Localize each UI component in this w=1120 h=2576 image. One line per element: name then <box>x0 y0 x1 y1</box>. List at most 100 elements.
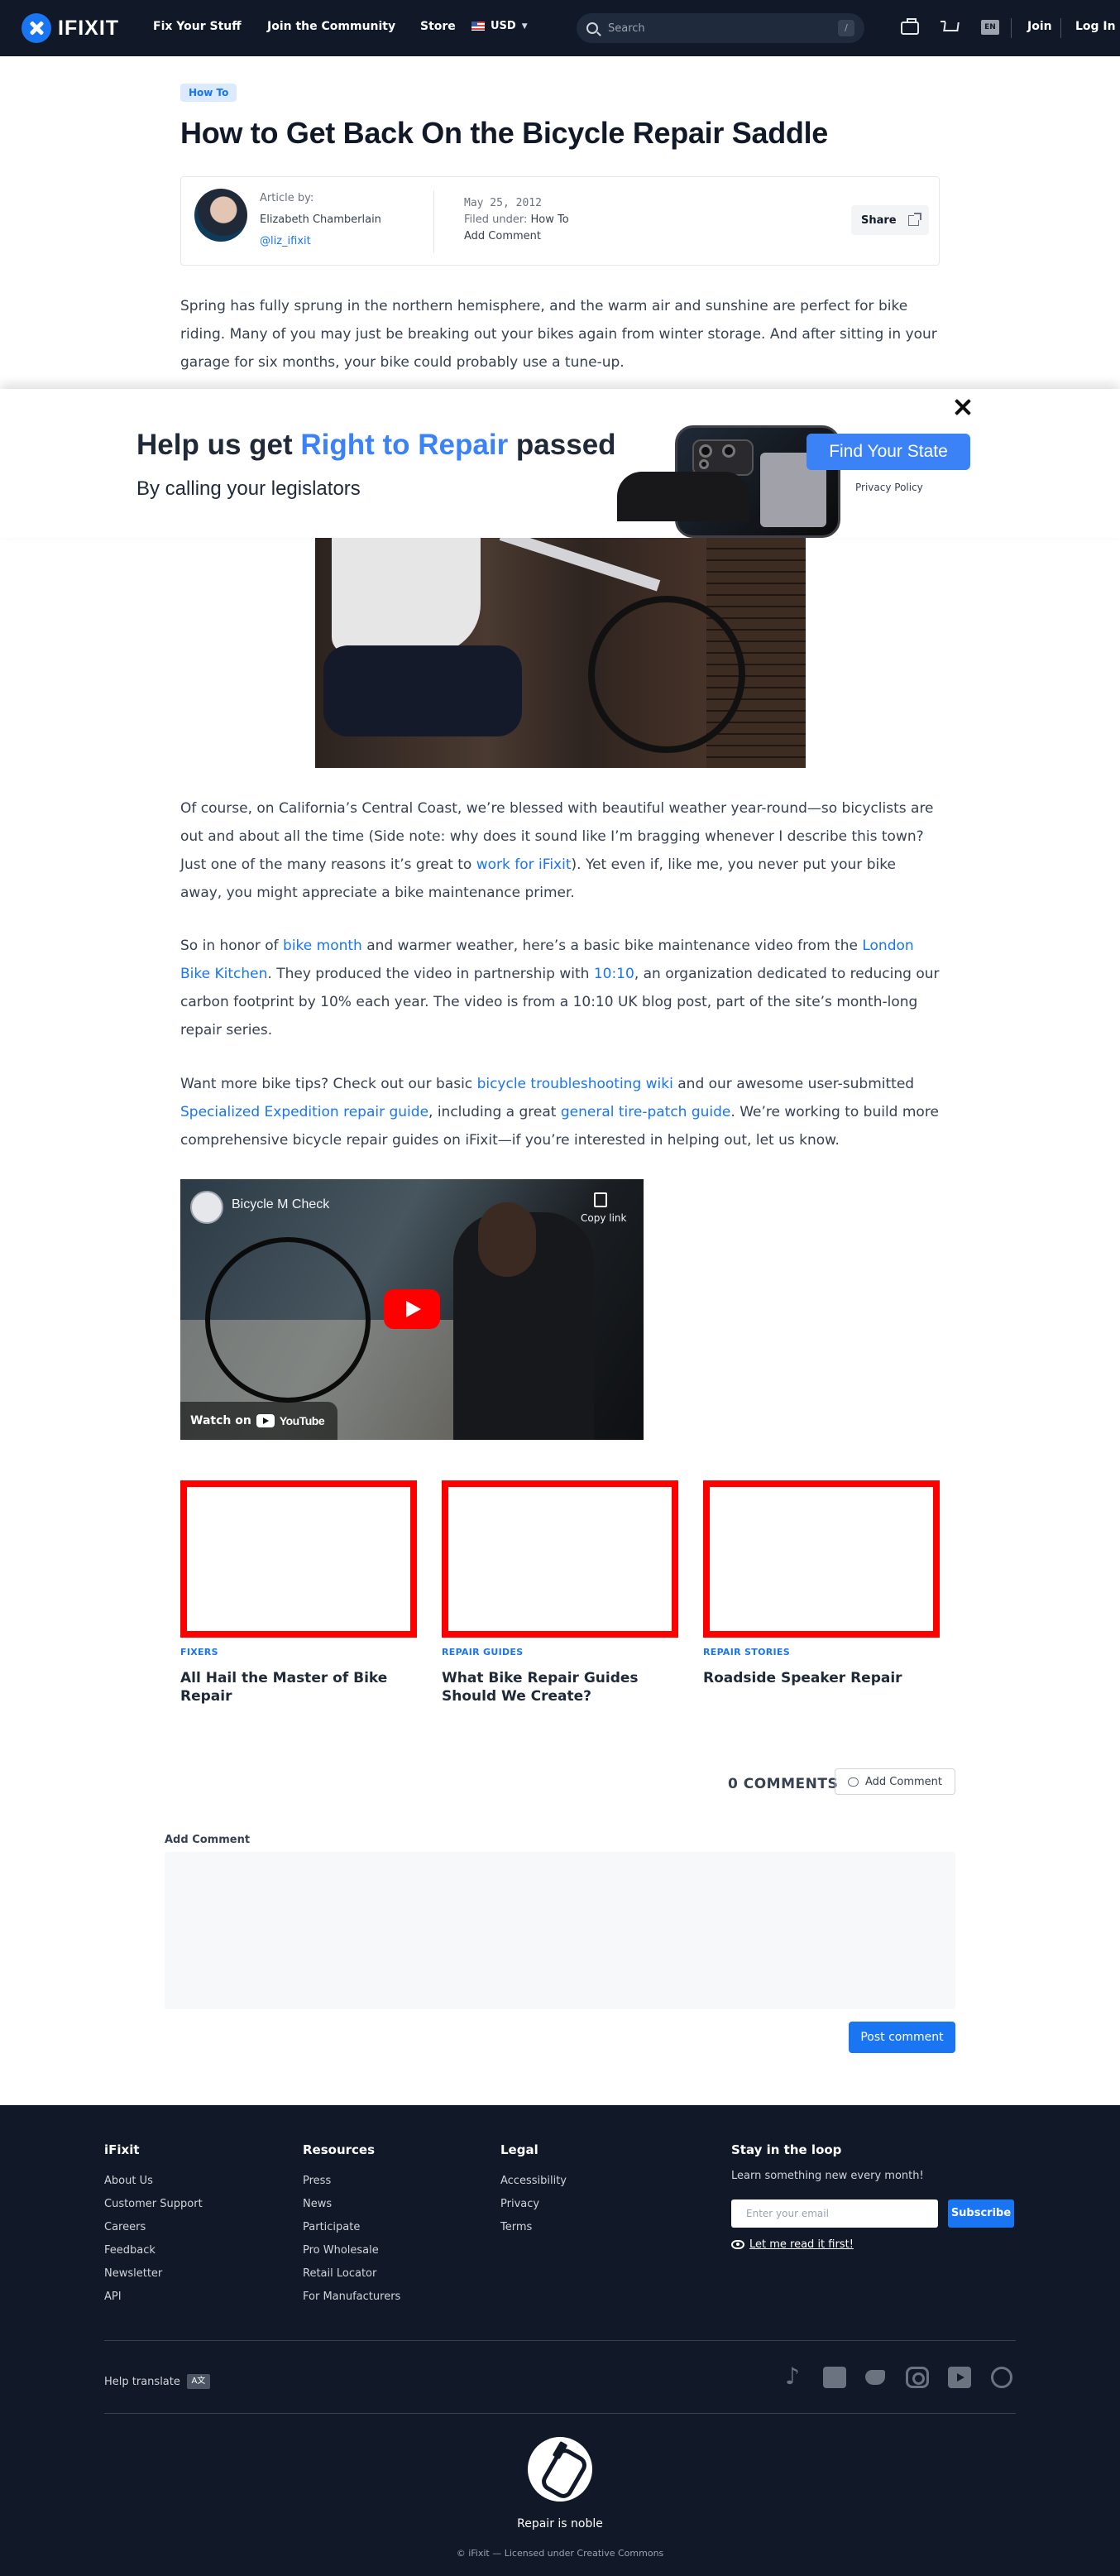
video-title[interactable]: Bicycle M Check <box>232 1197 329 1212</box>
author-name[interactable]: Elizabeth Chamberlain <box>260 213 381 226</box>
footer-heading-resources: Resources <box>303 2142 376 2157</box>
footer-link-api[interactable]: API <box>104 2286 203 2309</box>
footer-link-retail-locator[interactable]: Retail Locator <box>303 2262 400 2286</box>
article-category-tag[interactable]: How To <box>180 84 237 102</box>
login-link[interactable]: Log In <box>1075 20 1116 33</box>
author-avatar[interactable] <box>194 189 247 242</box>
related-post-category[interactable]: REPAIR GUIDES <box>442 1647 523 1657</box>
related-post-category[interactable]: FIXERS <box>180 1647 218 1657</box>
footer-link-participate[interactable]: Participate <box>303 2216 400 2239</box>
nav-join-the-community[interactable]: Join the Community <box>267 20 395 33</box>
footer-link-pro-wholesale[interactable]: Pro Wholesale <box>303 2239 400 2262</box>
help-translate-label: Help translate <box>104 2375 180 2388</box>
banner-headline-highlight: Right to Repair <box>300 429 509 461</box>
search-shortcut-key: / <box>838 20 854 36</box>
specialized-expedition-link[interactable]: Specialized Expedition repair guide <box>180 1104 428 1120</box>
subscribe-button[interactable]: Subscribe <box>948 2199 1014 2228</box>
related-post-category[interactable]: REPAIR STORIES <box>703 1647 790 1657</box>
repair-is-noble-badge <box>528 2437 592 2502</box>
banner-headline-start: Help us get <box>136 429 301 461</box>
footer-link-feedback[interactable]: Feedback <box>104 2239 203 2262</box>
share-button[interactable]: Share <box>851 205 929 235</box>
cart-icon[interactable] <box>941 18 959 36</box>
watch-on-youtube-button[interactable]: Watch on YouTube <box>180 1402 337 1440</box>
footer-list-resources: Press News Participate Pro Wholesale Ret… <box>303 2170 400 2309</box>
top-navigation-bar: IFIXIT Fix Your Stuff Join the Community… <box>0 0 1120 56</box>
article-paragraph-2: Of course, on California’s Central Coast… <box>180 794 941 907</box>
camera-module <box>692 439 754 476</box>
search-bar[interactable]: Search / <box>577 13 864 43</box>
camera-lens <box>699 444 712 458</box>
footer-link-for-manufacturers[interactable]: For Manufacturers <box>303 2286 400 2309</box>
help-translate-link[interactable]: Help translate A文 <box>104 2374 210 2389</box>
currency-selector[interactable]: USD ▼ <box>471 20 528 32</box>
us-flag-icon <box>471 22 485 31</box>
post-comment-button[interactable]: Post comment <box>849 2022 955 2053</box>
footer-link-news[interactable]: News <box>303 2193 400 2216</box>
tiktok-icon[interactable] <box>781 2363 804 2390</box>
nav-fix-your-stuff[interactable]: Fix Your Stuff <box>153 20 242 33</box>
footer-link-terms[interactable]: Terms <box>500 2216 567 2239</box>
filed-under-value[interactable]: How To <box>531 213 569 226</box>
article-paragraph-3: So in honor of bike month and warmer wea… <box>180 932 941 1044</box>
add-comment-button[interactable]: Add Comment <box>835 1768 955 1795</box>
right-to-repair-banner: Help us get Right to Repair passed By ca… <box>0 389 1120 538</box>
bike-month-link[interactable]: bike month <box>283 938 362 954</box>
related-post-image[interactable] <box>703 1480 940 1638</box>
translate-icon: A文 <box>186 2374 210 2389</box>
youtube-wordmark: YouTube <box>279 1414 325 1427</box>
play-button[interactable] <box>384 1289 440 1329</box>
comment-textarea[interactable] <box>165 1852 955 2009</box>
footer-link-accessibility[interactable]: Accessibility <box>500 2170 567 2193</box>
facebook-icon[interactable] <box>823 2367 846 2388</box>
related-post-image[interactable] <box>442 1480 678 1638</box>
close-icon[interactable] <box>953 397 973 417</box>
twitter-icon[interactable] <box>864 2367 887 2388</box>
tire-patch-guide-link[interactable]: general tire-patch guide <box>561 1104 731 1120</box>
find-your-state-button[interactable]: Find Your State <box>806 434 970 470</box>
footer-link-press[interactable]: Press <box>303 2170 400 2193</box>
footer-link-customer-support[interactable]: Customer Support <box>104 2193 203 2216</box>
newsletter-email-input[interactable]: Enter your email <box>731 2199 938 2228</box>
footer-link-newsletter[interactable]: Newsletter <box>104 2262 203 2286</box>
related-post-title[interactable]: Roadside Speaker Repair <box>703 1669 940 1687</box>
related-post-image[interactable] <box>180 1480 417 1638</box>
article-paragraph-1: Spring has fully sprung in the northern … <box>180 298 937 371</box>
privacy-policy-link[interactable]: Privacy Policy <box>855 482 923 493</box>
add-comment-link[interactable]: Add Comment <box>464 230 541 242</box>
instagram-icon[interactable] <box>906 2367 929 2388</box>
text-run: and warmer weather, here’s a basic bike … <box>361 938 863 954</box>
text-run: , including a great <box>428 1104 561 1120</box>
repair-org-icon[interactable] <box>991 2367 1012 2388</box>
add-comment-button-label: Add Comment <box>865 1775 942 1788</box>
related-post-title[interactable]: All Hail the Master of Bike Repair <box>180 1669 417 1705</box>
language-selector[interactable]: EN <box>981 20 999 35</box>
footer-link-careers[interactable]: Careers <box>104 2216 203 2239</box>
ten-ten-link[interactable]: 10:10 <box>594 966 634 982</box>
read-it-first-label: Let me read it first! <box>749 2238 854 2251</box>
video-person-head <box>478 1202 536 1277</box>
article-paragraph-4: Want more bike tips? Check out our basic… <box>180 1070 941 1154</box>
join-link[interactable]: Join <box>1027 20 1052 33</box>
related-post-title[interactable]: What Bike Repair Guides Should We Create… <box>442 1669 678 1705</box>
footer-link-privacy[interactable]: Privacy <box>500 2193 567 2216</box>
copy-link-label[interactable]: Copy link <box>581 1212 626 1224</box>
footer-divider <box>104 2340 1016 2341</box>
footer-link-about-us[interactable]: About Us <box>104 2170 203 2193</box>
author-handle-link[interactable]: @liz_ifixit <box>260 235 311 247</box>
toolbox-icon[interactable] <box>901 18 919 35</box>
work-for-ifixit-link[interactable]: work for iFixit <box>476 856 572 873</box>
text-run: . They produced the video in partnership… <box>267 966 594 982</box>
channel-avatar[interactable] <box>190 1191 223 1224</box>
copy-icon[interactable] <box>594 1192 607 1207</box>
youtube-video-embed[interactable]: Bicycle M Check Copy link Watch on YouTu… <box>180 1179 644 1440</box>
share-label: Share <box>861 213 897 227</box>
ifixit-logo[interactable]: IFIXIT <box>22 13 119 43</box>
footer-heading-ifixit: iFixit <box>104 2142 140 2157</box>
chevron-down-icon: ▼ <box>521 22 528 31</box>
read-it-first-link[interactable]: Let me read it first! <box>731 2238 854 2251</box>
nav-store[interactable]: Store <box>420 20 456 33</box>
search-input[interactable]: Search <box>608 22 838 35</box>
bicycle-troubleshooting-link[interactable]: bicycle troubleshooting wiki <box>477 1076 673 1092</box>
youtube-icon[interactable] <box>948 2367 971 2388</box>
